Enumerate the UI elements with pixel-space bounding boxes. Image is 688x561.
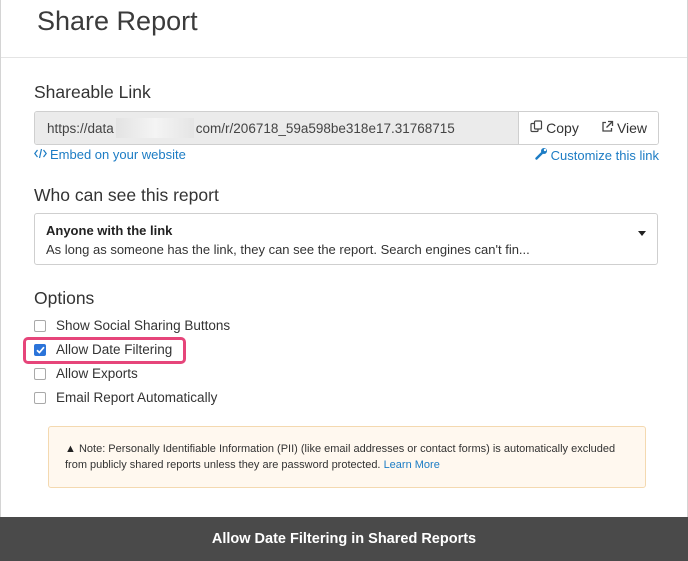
highlight-annotation [23, 337, 186, 364]
visibility-title: Who can see this report [34, 185, 219, 205]
exports-checkbox[interactable] [34, 367, 46, 380]
link-url-start: https://data [47, 120, 114, 136]
external-link-icon [601, 120, 614, 136]
redacted-segment [115, 118, 194, 138]
note-text: Note: Personally Identifiable Informatio… [65, 443, 616, 471]
learn-more-link[interactable]: Learn More [384, 459, 440, 471]
modal-title: Share Report [37, 6, 198, 36]
visibility-select[interactable]: Anyone with the link As long as someone … [34, 213, 658, 265]
view-label: View [616, 120, 648, 136]
option-label: Show Social Sharing Buttons [56, 318, 231, 333]
share-report-modal: Share Report Shareable Link https://data… [0, 0, 688, 517]
link-url-end: com/r/206718_59a598be318e17.31768715 [195, 120, 455, 136]
copy-icon [530, 120, 543, 136]
option-label: Email Report Automatically [56, 390, 218, 405]
caption-bar: Allow Date Filtering in Shared Reports [0, 517, 688, 561]
social-sharing-checkbox[interactable] [34, 319, 46, 332]
option-label: Allow Exports [56, 366, 138, 381]
copy-button[interactable]: Copy [518, 112, 590, 144]
embed-label: Embed on your website [50, 147, 186, 162]
visibility-selected-title: Anyone with the link [46, 223, 173, 238]
option-show-social-sharing[interactable]: Show Social Sharing Buttons [34, 318, 230, 333]
caption-text: Allow Date Filtering in Shared Reports [211, 531, 477, 547]
chevron-down-icon [638, 231, 646, 236]
shareable-link-field[interactable]: https://data com/r/206718_59a598be318e17… [35, 112, 518, 144]
visibility-selected-description: As long as someone has the link, they ca… [46, 242, 530, 257]
code-icon [34, 147, 47, 162]
warning-icon: ▲ [65, 443, 76, 455]
email-report-checkbox[interactable] [34, 391, 46, 404]
option-email-report[interactable]: Email Report Automatically [34, 390, 217, 405]
wrench-icon [534, 147, 548, 163]
pii-note: ▲ Note: Personally Identifiable Informat… [48, 426, 646, 488]
shareable-link-box: https://data com/r/206718_59a598be318e17… [34, 111, 659, 145]
options-title: Options [34, 288, 95, 308]
view-button[interactable]: View [590, 112, 658, 144]
embed-link[interactable]: Embed on your website [34, 147, 186, 162]
header-divider [1, 57, 687, 58]
copy-label: Copy [546, 120, 579, 136]
customize-label: Customize this link [550, 147, 659, 163]
shareable-link-title: Shareable Link [34, 82, 151, 102]
option-allow-exports[interactable]: Allow Exports [34, 366, 138, 381]
customize-link[interactable]: Customize this link [534, 147, 659, 163]
